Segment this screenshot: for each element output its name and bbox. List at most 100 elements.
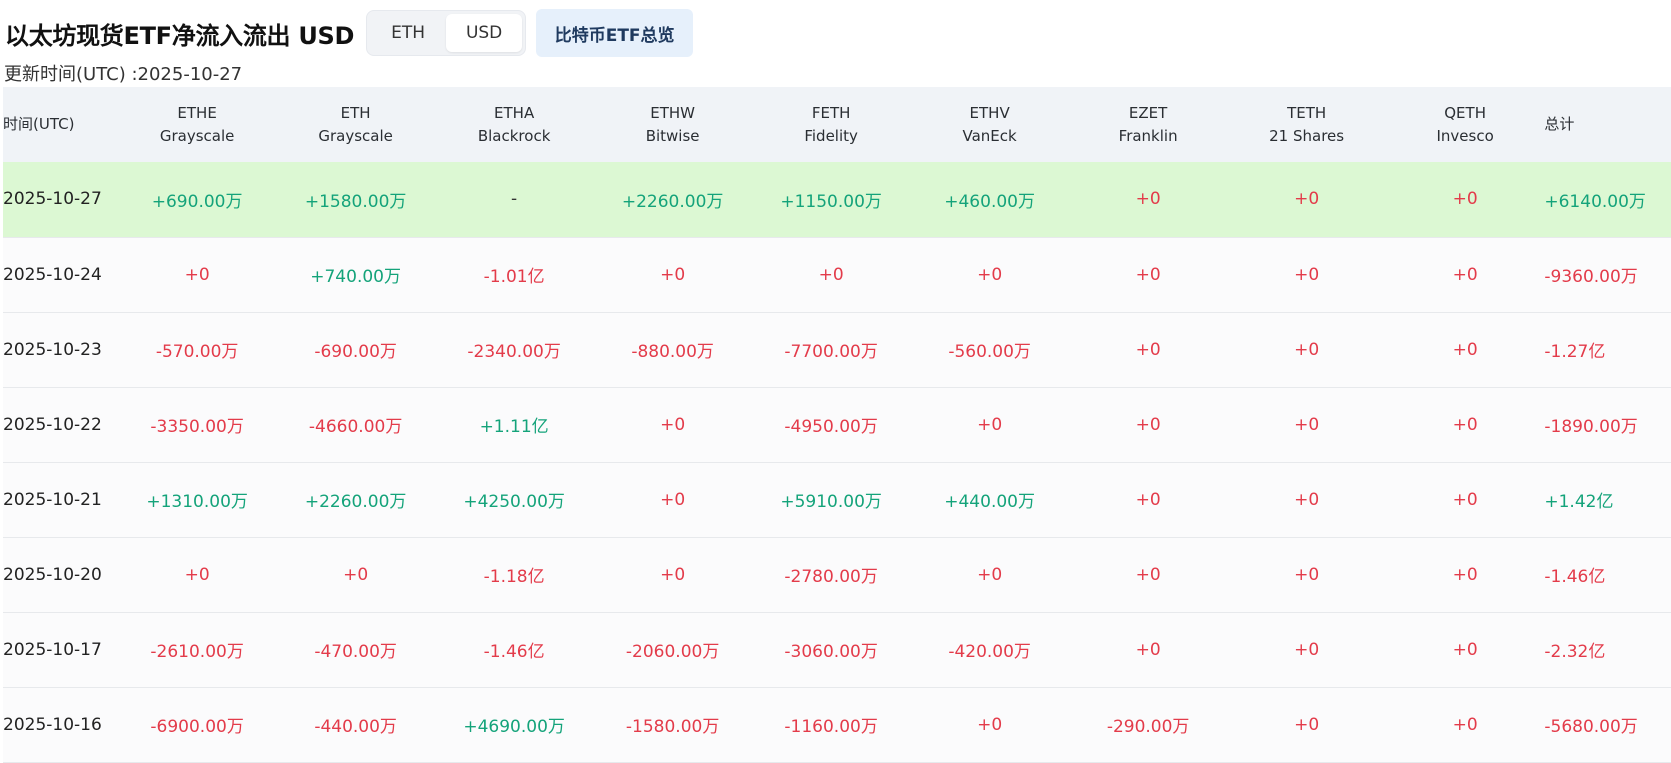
flow-cell: -290.00万	[1106, 717, 1190, 737]
flow-cell: +0	[1452, 414, 1478, 435]
flow-cell: +0	[343, 564, 369, 585]
header-code: TETH	[1287, 103, 1327, 122]
flow-cell: +0	[977, 414, 1003, 435]
flow-cell: +0	[1294, 489, 1320, 510]
flow-cell: +740.00万	[310, 267, 401, 287]
flow-cell: -1.46亿	[483, 642, 545, 662]
flow-cell: +0	[1294, 189, 1320, 210]
header-issuer: Invesco	[1436, 126, 1494, 145]
flow-cell: -2610.00万	[150, 642, 244, 662]
flow-cell: -440.00万	[314, 717, 397, 737]
row-total: -5680.00万	[1544, 717, 1638, 737]
flow-cell: +0	[977, 264, 1003, 285]
flow-cell: +0	[1294, 714, 1320, 735]
etf-flow-page: 以太坊现货ETF净流入流出 USD ETH USD 比特币ETF总览 更新时间(…	[0, 0, 1671, 762]
flow-cell: +0	[660, 414, 686, 435]
flow-cell: +5910.00万	[780, 492, 882, 512]
btc-etf-overview-button[interactable]: 比特币ETF总览	[536, 9, 694, 57]
flow-cell: +0	[1294, 564, 1320, 585]
flow-cell: +0	[1452, 489, 1478, 510]
header-issuer: Grayscale	[159, 126, 235, 145]
row-total: -1.27亿	[1544, 342, 1606, 362]
header-qeth: QETH Invesco	[1386, 87, 1545, 162]
row-date: 2025-10-24	[3, 264, 102, 285]
usd-unit-button[interactable]: USD	[446, 14, 523, 52]
flow-cell: +460.00万	[944, 191, 1035, 212]
header-ethw: ETHW Bitwise	[593, 87, 752, 162]
flow-cell: -3060.00万	[784, 642, 878, 662]
table-row: 2025-10-20 +0 +0 -1.18亿 +0 -2780.00万 +0 +0 +0 +0 -…	[3, 537, 1671, 612]
flow-cell: +0	[1135, 564, 1161, 585]
flow-cell: -2060.00万	[625, 642, 720, 662]
row-total: +6140.00万	[1544, 191, 1646, 212]
flow-cell: +4250.00万	[463, 492, 565, 512]
flow-cell: -4950.00万	[784, 417, 878, 437]
flow-cell: +0	[1452, 189, 1478, 210]
header-code: 总计	[1544, 115, 1575, 133]
flow-cell: -420.00万	[948, 642, 1031, 662]
header-issuer: VanEck	[962, 126, 1017, 145]
header-eth: ETH Grayscale	[276, 87, 435, 162]
flow-cell: +0	[1294, 264, 1320, 285]
row-date: 2025-10-17	[3, 639, 102, 660]
header-etha: ETHA Blackrock	[435, 87, 594, 162]
header-issuer: 21 Shares	[1269, 126, 1345, 145]
flow-cell: +0	[660, 489, 686, 510]
flow-cell: -570.00万	[155, 342, 239, 362]
flow-cell: -2340.00万	[467, 342, 561, 362]
flow-cell: +2260.00万	[621, 191, 724, 212]
header-code: ETHV	[969, 103, 1010, 122]
table-body: 2025-10-27 +690.00万 +1580.00万 - +2260.00万 +11…	[3, 162, 1671, 762]
table-header: 时间(UTC) ETHE Grayscale ETH Grayscale ETHA Blac…	[3, 87, 1671, 162]
flow-cell: -7700.00万	[784, 342, 878, 362]
row-total: -9360.00万	[1544, 267, 1638, 287]
flow-cell: +1580.00万	[304, 191, 407, 212]
header-code: ETHE	[177, 103, 217, 122]
flow-cell: +690.00万	[151, 191, 243, 212]
table-row: 2025-10-16 -6900.00万 -440.00万 +4690.00万 -158…	[3, 687, 1671, 762]
row-date: 2025-10-22	[3, 414, 102, 435]
updated-time: 更新时间(UTC) :2025-10-27	[4, 64, 243, 85]
header-ezet: EZET Franklin	[1069, 87, 1228, 162]
flow-cell: +0	[1135, 489, 1161, 510]
flow-cell: +1310.00万	[146, 492, 248, 512]
flow-cell: +0	[977, 714, 1003, 735]
etf-flow-table: 时间(UTC) ETHE Grayscale ETH Grayscale ETHA Blac…	[3, 87, 1671, 763]
flow-cell: -1.18亿	[483, 567, 545, 587]
page-title: 以太坊现货ETF净流入流出 USD	[5, 21, 355, 50]
flow-cell: -3350.00万	[150, 417, 244, 437]
header-code: 时间(UTC)	[3, 115, 75, 133]
flow-cell: +0	[1135, 639, 1161, 660]
flow-cell: +0	[1294, 339, 1320, 360]
flow-cell: -4660.00万	[308, 417, 403, 437]
flow-cell: +0	[1452, 339, 1478, 360]
table-row: 2025-10-23 -570.00万 -690.00万 -2340.00万 -880.…	[3, 312, 1671, 387]
header-code: ETHA	[494, 103, 535, 122]
table-row: 2025-10-27 +690.00万 +1580.00万 - +2260.00万 +11…	[3, 162, 1671, 237]
flow-cell: +0	[818, 264, 844, 285]
row-date: 2025-10-16	[3, 714, 102, 735]
header-teth: TETH 21 Shares	[1227, 87, 1386, 162]
flow-cell: -1580.00万	[625, 717, 720, 737]
flow-cell: -	[511, 189, 518, 210]
eth-unit-button[interactable]: ETH	[370, 14, 446, 52]
row-total: -2.32亿	[1544, 642, 1606, 662]
flow-cell: -560.00万	[948, 342, 1031, 362]
flow-cell: +0	[1294, 639, 1320, 660]
row-date: 2025-10-20	[3, 564, 102, 585]
flow-cell: +0	[660, 564, 686, 585]
flow-cell: -880.00万	[631, 342, 714, 362]
table-row: 2025-10-24 +0 +740.00万 -1.01亿 +0 +0 +0 +0 +0 +0 -9…	[3, 237, 1671, 312]
row-total: +1.42亿	[1544, 492, 1614, 512]
flow-cell: -1160.00万	[784, 717, 878, 737]
flow-cell: +2260.00万	[304, 492, 407, 512]
header-issuer: Franklin	[1118, 126, 1178, 145]
flow-cell: +0	[1135, 264, 1161, 285]
header-issuer: Bitwise	[645, 126, 700, 145]
flow-cell: +0	[1135, 339, 1161, 360]
header-issuer: Fidelity	[804, 126, 858, 145]
flow-cell: +0	[1135, 189, 1161, 210]
flow-cell: -1.01亿	[483, 267, 545, 287]
flow-cell: -690.00万	[314, 342, 397, 362]
header-time: 时间(UTC)	[3, 87, 118, 162]
